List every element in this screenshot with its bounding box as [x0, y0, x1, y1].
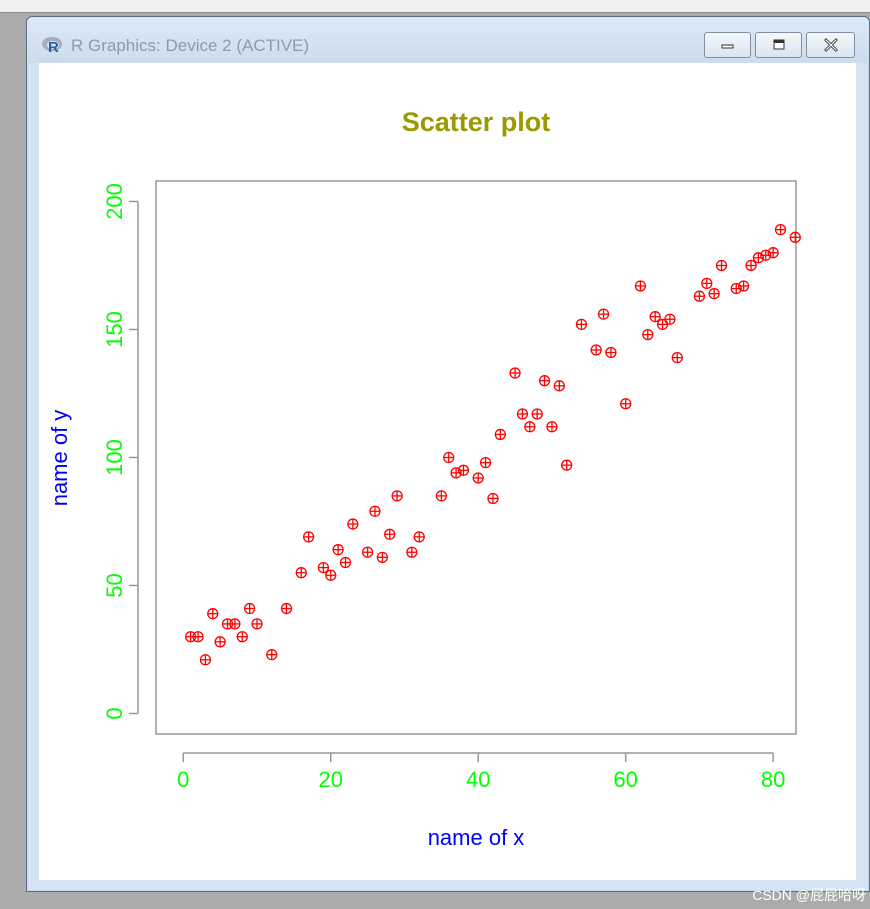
maximize-button[interactable] — [755, 32, 802, 58]
minimize-icon — [721, 44, 733, 49]
data-point — [642, 328, 654, 341]
data-point — [251, 618, 263, 630]
data-point — [546, 421, 558, 433]
data-point — [561, 459, 573, 471]
y-tick-label: 50 — [102, 573, 127, 597]
minimize-button[interactable] — [704, 32, 751, 58]
svg-text:R: R — [48, 39, 59, 55]
chart-title: Scatter plot — [402, 107, 551, 137]
data-point — [207, 608, 219, 620]
data-point — [524, 421, 536, 433]
data-point — [317, 561, 330, 574]
data-point — [597, 308, 610, 320]
window-titlebar[interactable]: R R Graphics: Device 2 (ACTIVE) — [27, 17, 869, 63]
data-point — [634, 280, 647, 292]
data-point — [199, 654, 212, 666]
data-point — [295, 567, 307, 579]
data-point — [391, 490, 403, 502]
data-point — [266, 648, 278, 661]
data-point — [590, 344, 602, 356]
x-axis: 0 20 40 60 80 — [177, 752, 785, 792]
data-point — [671, 352, 683, 364]
scatter-plot: Scatter plot 0 20 40 60 80 0 50 100 150 200 name… — [47, 107, 801, 850]
data-point — [737, 280, 750, 292]
data-point — [280, 602, 293, 615]
desktop-top-strip — [0, 0, 870, 13]
data-point — [664, 313, 676, 325]
data-point — [369, 505, 381, 517]
window-title: R Graphics: Device 2 (ACTIVE) — [71, 36, 310, 55]
maximize-icon — [773, 39, 784, 50]
r-logo-icon: R — [42, 37, 62, 55]
data-point — [649, 311, 661, 323]
x-tick-label: 0 — [177, 767, 189, 792]
y-axis: 0 50 100 150 200 — [102, 183, 139, 720]
data-point — [325, 569, 337, 581]
data-point — [361, 546, 374, 558]
data-point — [509, 367, 521, 379]
y-tick-label: 200 — [102, 183, 127, 220]
x-tick-label: 80 — [761, 767, 785, 792]
x-axis-label: name of x — [428, 825, 525, 850]
data-point — [516, 408, 529, 420]
data-point — [236, 631, 248, 643]
y-axis-label: name of y — [47, 410, 72, 507]
data-point — [620, 398, 632, 410]
watermark: CSDN @屁屁哈呀 — [752, 887, 866, 903]
plot-frame — [155, 180, 797, 735]
data-point — [214, 636, 226, 648]
y-tick-label: 100 — [102, 439, 127, 476]
data-point — [531, 408, 543, 420]
y-tick-label: 0 — [102, 707, 127, 719]
y-tick-label: 150 — [102, 311, 127, 348]
data-point — [332, 544, 344, 556]
x-tick-label: 20 — [319, 767, 343, 792]
data-point — [701, 277, 713, 290]
data-point — [605, 346, 617, 359]
data-point — [435, 490, 447, 502]
data-point — [767, 247, 779, 259]
data-point — [553, 380, 565, 392]
data-point — [472, 472, 484, 484]
data-point — [384, 528, 396, 540]
data-point — [479, 456, 492, 469]
data-point — [457, 464, 470, 476]
r-graphics-window: R R Graphics: Device 2 (ACTIVE) Scatter … — [26, 16, 870, 892]
x-tick-label: 60 — [613, 767, 637, 792]
data-point — [376, 551, 389, 563]
data-point — [538, 375, 551, 387]
data-point — [192, 631, 204, 643]
graphics-device-canvas: Scatter plot 0 20 40 60 80 0 50 100 150 200 name… — [39, 63, 856, 880]
data-point — [339, 556, 352, 569]
data-point — [656, 318, 669, 331]
close-button[interactable] — [806, 32, 855, 58]
data-point — [693, 290, 706, 302]
data-point — [745, 259, 757, 272]
close-icon — [824, 38, 837, 52]
data-point — [575, 318, 588, 331]
data-point — [229, 618, 241, 630]
data-point — [413, 531, 425, 543]
data-point — [494, 428, 506, 441]
data-point — [443, 451, 455, 464]
data-point — [243, 602, 256, 615]
data-point — [406, 546, 418, 558]
data-point — [789, 231, 801, 243]
data-point — [708, 287, 720, 300]
data-point — [774, 223, 787, 236]
data-point — [347, 518, 359, 530]
data-points — [185, 223, 801, 666]
data-point — [487, 492, 499, 505]
data-point — [302, 531, 315, 543]
data-point — [715, 259, 728, 272]
x-tick-label: 40 — [466, 767, 490, 792]
